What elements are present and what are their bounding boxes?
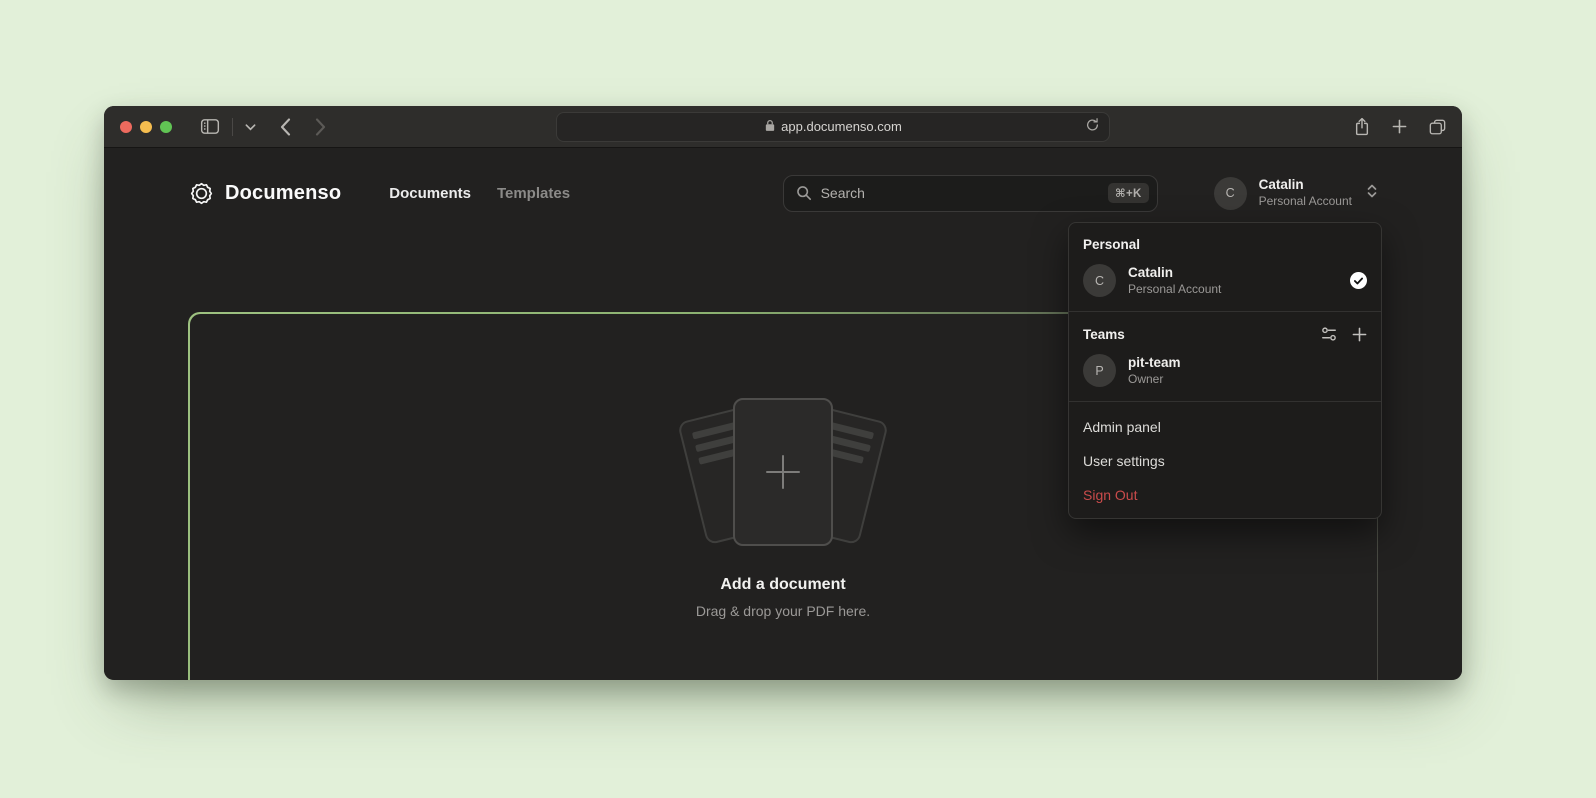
plus-icon — [762, 451, 804, 493]
user-avatar: C — [1214, 177, 1247, 210]
team-item-pit-team[interactable]: P pit-team Owner — [1069, 346, 1381, 395]
dropzone-title: Add a document — [720, 576, 845, 594]
search-shortcut-badge: ⌘+K — [1108, 183, 1149, 203]
user-name: Catalin — [1259, 177, 1352, 194]
personal-section-label: Personal — [1083, 237, 1140, 252]
new-tab-plus-icon[interactable] — [1392, 119, 1407, 134]
personal-account-name: Catalin — [1128, 264, 1221, 282]
sidebar-chevron-down-icon[interactable] — [245, 123, 256, 131]
user-subtitle: Personal Account — [1259, 194, 1352, 209]
share-icon[interactable] — [1354, 117, 1370, 136]
url-text: app.documenso.com — [781, 119, 902, 134]
traffic-lights — [120, 121, 172, 133]
documenso-logo-icon — [188, 180, 215, 207]
menu-item-admin-panel[interactable]: Admin panel — [1069, 410, 1381, 444]
tab-overview-icon[interactable] — [1429, 119, 1446, 135]
account-dropdown-menu: Personal C Catalin Personal Account Team… — [1068, 222, 1382, 519]
team-role: Owner — [1128, 372, 1181, 388]
search-icon — [796, 185, 812, 201]
minimize-window-button[interactable] — [140, 121, 152, 133]
personal-section: Personal C Catalin Personal Account — [1069, 223, 1381, 311]
personal-account-avatar: C — [1083, 264, 1116, 297]
menu-item-sign-out[interactable]: Sign Out — [1069, 478, 1381, 512]
reload-icon[interactable] — [1086, 118, 1099, 135]
close-window-button[interactable] — [120, 121, 132, 133]
back-button[interactable] — [280, 118, 291, 136]
chevrons-up-down-icon — [1366, 183, 1378, 204]
titlebar-separator — [232, 118, 233, 136]
document-card-center — [733, 398, 833, 546]
team-avatar: P — [1083, 354, 1116, 387]
add-team-plus-icon[interactable] — [1352, 327, 1367, 342]
dropzone-subtitle: Drag & drop your PDF here. — [696, 603, 870, 619]
search-bar[interactable]: ⌘+K — [783, 175, 1158, 212]
lock-icon — [765, 119, 775, 135]
forward-button[interactable] — [315, 118, 326, 136]
brand[interactable]: Documenso — [188, 180, 341, 207]
teams-section-label: Teams — [1083, 327, 1125, 342]
menu-actions-section: Admin panel User settings Sign Out — [1069, 402, 1381, 518]
main-nav: Documents Templates — [389, 185, 570, 202]
personal-account-item[interactable]: C Catalin Personal Account — [1069, 256, 1381, 305]
address-bar[interactable]: app.documenso.com — [556, 112, 1110, 142]
browser-titlebar: app.documenso.com — [104, 106, 1462, 148]
check-circle-icon — [1350, 272, 1367, 289]
personal-account-subtitle: Personal Account — [1128, 282, 1221, 298]
team-name: pit-team — [1128, 354, 1181, 372]
zoom-window-button[interactable] — [160, 121, 172, 133]
document-cards-graphic — [683, 398, 883, 546]
nav-templates[interactable]: Templates — [497, 185, 570, 202]
brand-title: Documenso — [225, 182, 341, 205]
search-input[interactable] — [821, 185, 1099, 201]
nav-documents[interactable]: Documents — [389, 185, 471, 202]
account-menu-trigger[interactable]: C Catalin Personal Account — [1214, 177, 1378, 210]
browser-window: app.documenso.com — [104, 106, 1462, 680]
app-header: Documenso Documents Templates ⌘+K C — [188, 148, 1378, 210]
menu-item-user-settings[interactable]: User settings — [1069, 444, 1381, 478]
sidebar-toggle-icon[interactable] — [200, 118, 220, 135]
manage-teams-icon[interactable] — [1321, 326, 1337, 342]
teams-section: Teams P pit-team Owner — [1069, 312, 1381, 401]
